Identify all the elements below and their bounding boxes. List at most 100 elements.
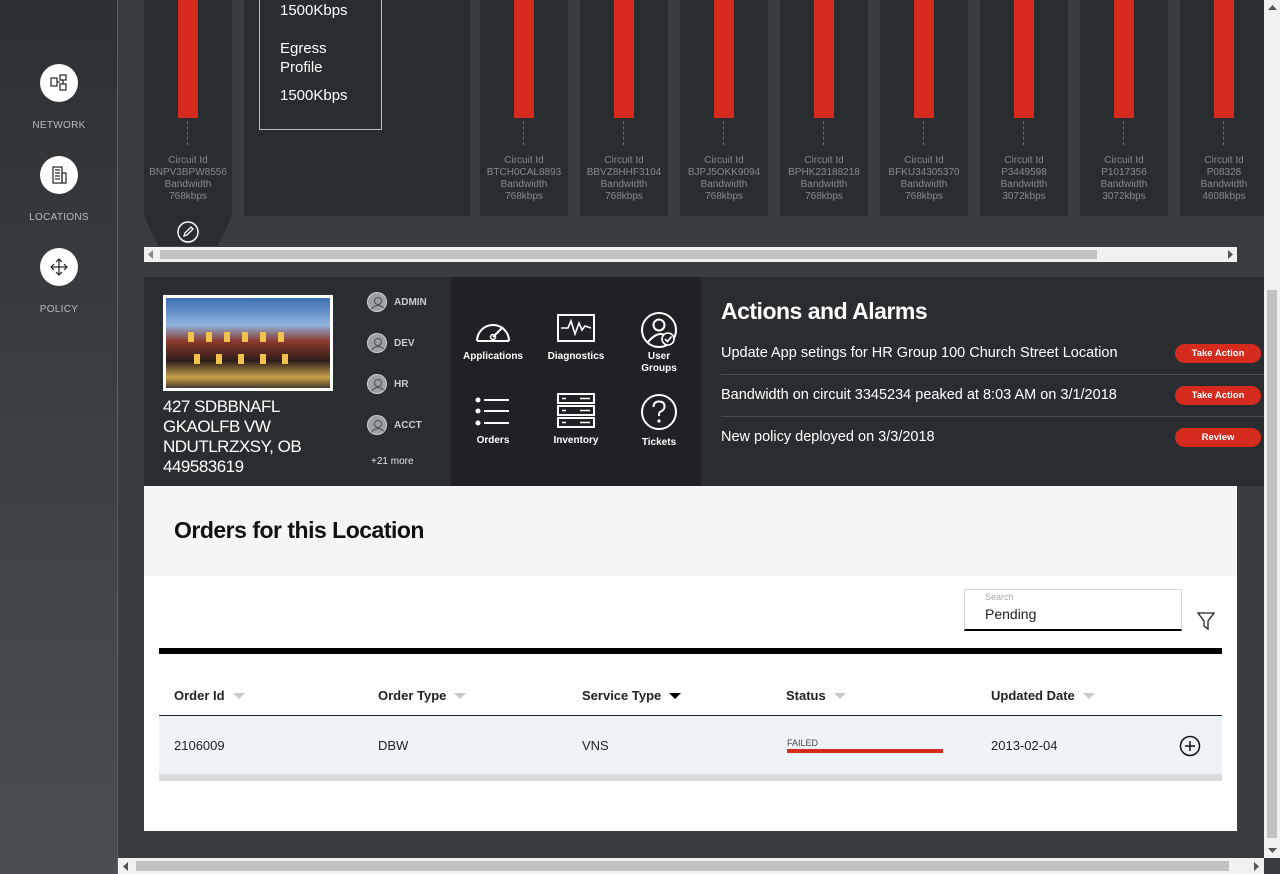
question-icon xyxy=(641,394,677,430)
circuit-connector xyxy=(1123,121,1124,145)
alarm-text: New policy deployed on 3/3/2018 xyxy=(721,429,935,445)
circuit-connector xyxy=(1223,121,1224,145)
scroll-left-arrow-icon[interactable] xyxy=(147,250,155,259)
scroll-left-arrow-icon[interactable] xyxy=(122,862,128,871)
circuit-bandwidth-bar xyxy=(514,0,534,118)
circuit-bandwidth-bar xyxy=(614,0,634,118)
table-bottom-rule xyxy=(159,774,1222,781)
server-icon xyxy=(557,393,595,428)
location-photo xyxy=(163,295,333,391)
circuit-info: Circuit Id P08328 Bandwidth 4608kbps xyxy=(1200,155,1248,202)
list-icon xyxy=(475,397,509,426)
orders-title: Orders for this Location xyxy=(174,517,424,543)
circuit-bandwidth-bar xyxy=(1214,0,1234,118)
column-header-service-type[interactable]: Service Type xyxy=(582,688,682,703)
sort-caret-icon xyxy=(833,692,846,699)
circuit-column[interactable]: Circuit Id P08328 Bandwidth 4608kbps xyxy=(1180,0,1264,216)
circuit-bandwidth-bar xyxy=(714,0,734,118)
review-button[interactable]: Review xyxy=(1175,428,1261,447)
egress-label: Egress Profile xyxy=(280,40,327,76)
circuit-info: Circuit Id P1017356 Bandwidth 3072kbps xyxy=(1100,155,1148,202)
circuit-column[interactable]: Circuit Id BTCH0CAL8893 Bandwidth 768kbps xyxy=(480,0,568,216)
scroll-up-arrow-icon[interactable] xyxy=(1268,4,1277,10)
actions-title: Actions and Alarms xyxy=(721,298,928,324)
sort-caret-icon xyxy=(669,692,682,699)
take-action-button[interactable]: Take Action xyxy=(1175,344,1261,363)
nav-label: POLICY xyxy=(39,304,79,315)
egress-value: 1500Kbps xyxy=(280,87,348,104)
circuit-column[interactable]: Circuit Id P1017356 Bandwidth 3072kbps xyxy=(1080,0,1168,216)
take-action-button[interactable]: Take Action xyxy=(1175,386,1261,405)
actions-alarms-panel: Actions and Alarms Update App setings fo… xyxy=(701,277,1264,486)
location-address: 427 SDBBNAFL GKAOLFB VW NDUTLRZXSY, OB 4… xyxy=(163,397,302,476)
building-icon xyxy=(40,156,78,194)
user-group-acct[interactable]: ACCT xyxy=(367,415,422,435)
search-input[interactable] xyxy=(985,604,1175,624)
edit-icon[interactable] xyxy=(176,220,200,244)
plus-circle-icon[interactable] xyxy=(1179,735,1201,757)
profile-popover: 1500Kbps Egress Profile 1500Kbps xyxy=(259,0,382,130)
sort-caret-icon xyxy=(454,692,467,699)
nav-item-locations[interactable]: LOCATIONS xyxy=(0,156,118,223)
page-horizontal-scrollbar[interactable] xyxy=(118,858,1264,874)
status-indicator-bar xyxy=(787,749,943,753)
circuit-info: Circuit Id BTCH0CAL8893 Bandwidth 768kbps xyxy=(486,155,562,202)
more-groups-link[interactable]: +21 more xyxy=(371,456,414,467)
search-field[interactable]: Search xyxy=(964,589,1182,631)
tool-inventory[interactable]: Inventory xyxy=(536,393,616,446)
circuit-bandwidth-bar xyxy=(1014,0,1034,118)
circuit-column[interactable]: Circuit Id P3449598 Bandwidth 3072kbps xyxy=(980,0,1068,216)
search-label: Search xyxy=(985,592,1014,602)
tool-diagnostics[interactable]: Diagnostics xyxy=(536,311,616,362)
circuit-strip-scrollbar[interactable] xyxy=(144,247,1237,262)
alarm-item: Bandwidth on circuit 3345234 peaked at 8… xyxy=(721,375,1264,417)
circuit-column[interactable]: Circuit Id BFKU34305370 Bandwidth 768kbps xyxy=(880,0,968,216)
user-avatar-icon xyxy=(367,374,387,394)
move-arrows-icon xyxy=(40,248,78,286)
scrollbar-thumb[interactable] xyxy=(136,861,1229,871)
tool-orders[interactable]: Orders xyxy=(453,395,533,446)
scrollbar-thumb[interactable] xyxy=(1267,290,1277,838)
circuit-column[interactable]: Circuit Id BPHK23188218 Bandwidth 768kbps xyxy=(780,0,868,216)
page-vertical-scrollbar[interactable] xyxy=(1264,0,1280,858)
table-row[interactable]: 2106009 DBW VNS FAILED 2013-02-04 xyxy=(159,716,1222,774)
scroll-right-arrow-icon[interactable] xyxy=(1226,250,1234,259)
circuit-bandwidth-bar xyxy=(814,0,834,118)
circuit-connector xyxy=(523,121,524,145)
user-group-dev[interactable]: DEV xyxy=(367,333,415,353)
tool-tickets[interactable]: Tickets xyxy=(619,393,699,448)
circuit-column[interactable]: Circuit Id BJPJ5OKK9094 Bandwidth 768kbps xyxy=(680,0,768,216)
user-group-admin[interactable]: ADMIN xyxy=(367,292,427,312)
nav-item-policy[interactable]: POLICY xyxy=(0,248,118,315)
alarm-text: Bandwidth on circuit 3345234 peaked at 8… xyxy=(721,387,1117,403)
tool-applications[interactable]: Applications xyxy=(453,311,533,362)
user-avatar-icon xyxy=(367,292,387,312)
scrollbar-thumb[interactable] xyxy=(160,250,1097,259)
scroll-right-arrow-icon[interactable] xyxy=(1254,862,1260,871)
circuit-connector xyxy=(187,121,188,145)
circuit-column[interactable]: Circuit Id BBVZ8HHF3104 Bandwidth 768kbps xyxy=(580,0,668,216)
filter-icon[interactable] xyxy=(1197,612,1215,630)
column-header-updated-date[interactable]: Updated Date xyxy=(991,688,1095,703)
column-header-order-type[interactable]: Order Type xyxy=(378,688,467,703)
table-top-rule xyxy=(159,648,1222,654)
sort-caret-icon xyxy=(1082,692,1095,699)
speedometer-icon xyxy=(476,324,510,342)
cell-service-type: VNS xyxy=(582,738,609,753)
nav-item-network[interactable]: NETWORK xyxy=(0,64,118,131)
pulse-icon xyxy=(557,314,595,342)
circuit-column[interactable]: Circuit Id BNPV3BPW8556 Bandwidth 768kbps xyxy=(144,0,232,246)
circuit-connector xyxy=(923,121,924,145)
orders-section: Orders for this Location Search Order Id… xyxy=(144,486,1237,831)
orders-header: Orders for this Location xyxy=(144,486,1237,576)
column-header-order-id[interactable]: Order Id xyxy=(174,688,245,703)
scroll-down-arrow-icon[interactable] xyxy=(1268,848,1277,854)
user-avatar-icon xyxy=(367,415,387,435)
tool-user-groups[interactable]: User Groups xyxy=(619,311,699,375)
network-icon xyxy=(40,64,78,102)
column-header-status[interactable]: Status xyxy=(786,688,846,703)
user-group-hr[interactable]: HR xyxy=(367,374,408,394)
circuit-info: Circuit Id BNPV3BPW8556 Bandwidth 768kbps xyxy=(149,155,227,202)
nav-label: NETWORK xyxy=(32,120,86,131)
nav-label: LOCATIONS xyxy=(29,212,89,223)
